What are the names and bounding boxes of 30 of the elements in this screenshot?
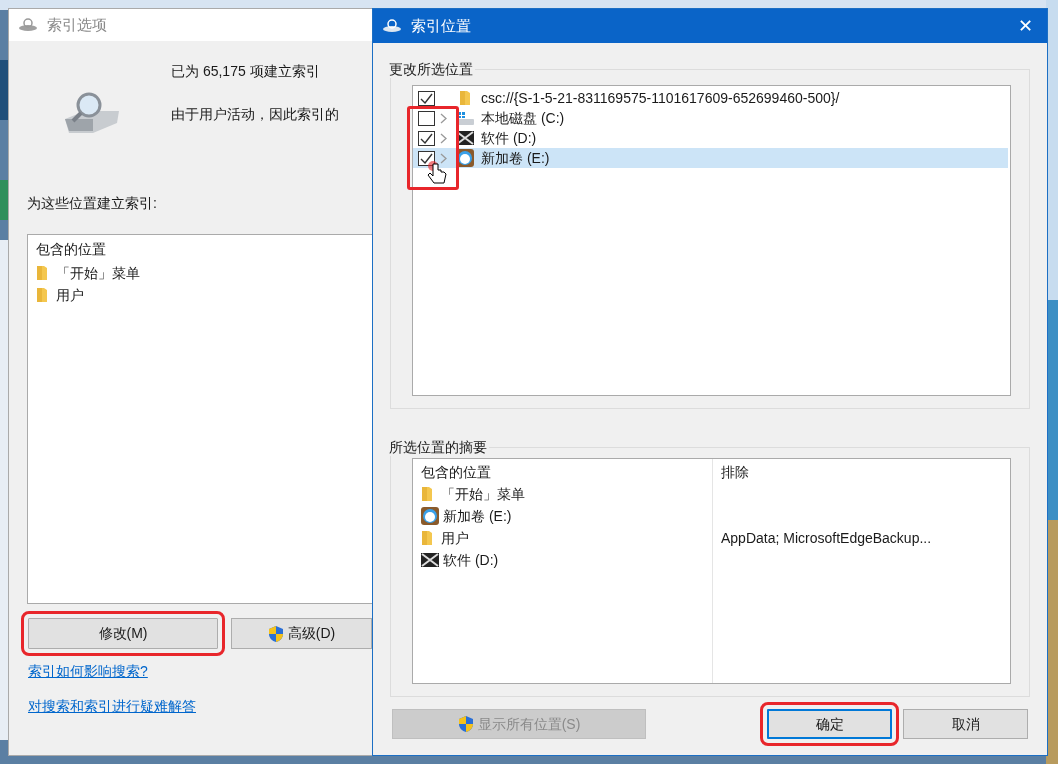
location-item: 用户 [56,285,84,305]
dialog-button[interactable]: 取消 [903,709,1028,739]
tree-row[interactable]: 本地磁盘 (C:) [413,108,1008,128]
dialog-button[interactable]: 高级(D) [231,618,372,649]
excluded-folders: AppData; MicrosoftEdgeBackup... [721,528,932,548]
tree-row[interactable]: 软件 (D:) [413,128,1008,148]
help-link[interactable]: 索引如何影响搜索? [28,661,148,682]
window-title: 索引位置 [411,15,471,36]
section-label: 为这些位置建立索引: [27,194,157,213]
tree-item: csc://{S-1-5-21-831169575-1101617609-652699460-500}/ [481,88,840,108]
location-item: 用户 [441,528,469,548]
status-text: 由于用户活动，因此索引的 [171,105,339,124]
tree-item: 本地磁盘 (C:) [481,108,565,128]
tree-row[interactable]: 新加卷 (E:) [413,148,1008,168]
column-header: 排除 [721,463,749,481]
group-label: 所选位置的摘要 [387,438,489,456]
close-button[interactable]: ✕ [1018,12,1033,40]
index-count-text: 已为 65,175 项建立索引 [171,62,321,81]
column-header: 包含的位置 [36,240,106,259]
tree-row[interactable]: csc://{S-1-5-21-831169575-1101617609-652699460-500}/ [413,88,1008,108]
location-item: 软件 (D:) [443,550,499,570]
location-item: 新加卷 (E:) [443,506,512,526]
column-header: 包含的位置 [421,463,491,481]
tree-item: 软件 (D:) [481,128,537,148]
location-item: 「开始」菜单 [56,263,140,283]
location-item: 「开始」菜单 [441,484,525,504]
tree-item: 新加卷 (E:) [481,148,550,168]
window-title: 索引选项 [47,14,107,35]
help-link[interactable]: 对搜索和索引进行疑难解答 [28,696,196,717]
group-label: 更改所选位置 [387,60,475,78]
